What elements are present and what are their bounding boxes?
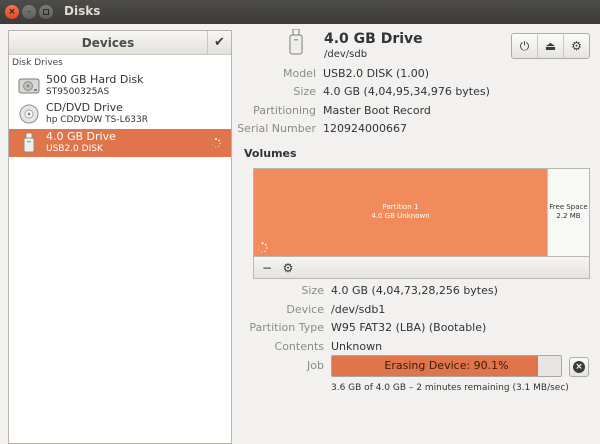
prop-value-partitioning: Master Boot Record [323,104,431,117]
remove-partition-button[interactable]: − [257,259,277,277]
job-progress-text: Erasing Device: 90.1% [384,359,509,372]
drive-settings-button[interactable]: ⚙ [564,34,589,58]
volume-map: Partition 1 4.0 GB Unknown Free Space 2.… [253,168,590,257]
prop-label-partitioning: Partitioning [253,104,316,117]
eject-button[interactable]: ⏏ [538,34,564,58]
gear-icon: ⚙ [282,261,294,275]
drive-name: 4.0 GB Drive [46,130,116,143]
eject-icon: ⏏ [544,39,557,53]
volume-toolbar: − ⚙ [253,257,590,279]
prop-label-serial: Serial Number [237,122,316,135]
vol-value-size: 4.0 GB (4,04,73,28,256 bytes) [331,284,498,297]
title-bar: × – Disks [0,0,600,24]
devices-header: Devices [9,31,207,55]
prop-label-size: Size [293,85,316,98]
busy-spinner-icon [257,242,268,253]
vol-value-partition-type: W95 FAT32 (LBA) (Bootable) [331,321,487,334]
drive-name: CD/DVD Drive [46,101,123,114]
partition-settings-button[interactable]: ⚙ [278,259,298,277]
drive-name: 500 GB Hard Disk [46,73,144,86]
optical-drive-icon [19,104,39,124]
partition-size: 4.0 GB Unknown [371,212,430,220]
vol-value-contents: Unknown [331,340,383,353]
usb-drive-icon [289,29,303,55]
drive-title: 4.0 GB Drive [324,31,423,47]
prop-value-serial: 120924000667 [323,122,407,135]
job-remaining-text: 3.6 GB of 4.0 GB – 2 minutes remaining (… [331,383,569,393]
maximize-window-button[interactable] [39,5,53,19]
maximize-icon [43,9,49,15]
usb-drive-icon [23,133,35,153]
vol-label-job: Job [307,359,324,372]
partition-name: Partition 1 [382,203,419,211]
prop-value-size: 4.0 GB (4,04,95,34,976 bytes) [323,85,490,98]
free-space-label: Free Space [549,203,588,211]
free-space-size: 2.2 MB [556,212,581,220]
drive-device-path: /dev/sdb [324,49,368,60]
minus-icon: − [261,261,273,275]
close-window-button[interactable]: × [5,5,19,19]
prop-value-model: USB2.0 DISK (1.00) [323,67,430,80]
hard-disk-icon [18,78,40,94]
vol-label-partition-type: Partition Type [249,321,324,334]
drive-actions: ⏻ ⏏ ⚙ [511,33,590,59]
prop-label-model: Model [282,67,316,80]
drive-model: ST9500325AS [46,87,110,97]
disk-drives-section-label: Disk Drives [12,58,63,68]
partition-1-block[interactable]: Partition 1 4.0 GB Unknown [254,169,547,256]
vol-label-size: Size [301,284,324,297]
job-progress-bar: Erasing Device: 90.1% [331,355,562,377]
gear-icon: ⚙ [571,39,582,53]
vol-label-contents: Contents [274,340,324,353]
power-icon: ⏻ [519,39,530,53]
window-title: Disks [64,4,101,18]
vol-label-device: Device [286,303,324,316]
vol-value-device: /dev/sdb1 [331,303,386,316]
volumes-heading: Volumes [244,147,297,160]
select-check-button[interactable]: ✔ [207,31,231,55]
cancel-icon: × [573,361,585,373]
drive-model: hp CDDVDW TS-L633R [46,115,149,125]
minimize-window-button[interactable]: – [22,5,36,19]
power-off-button[interactable]: ⏻ [512,34,538,58]
free-space-block[interactable]: Free Space 2.2 MB [547,169,589,256]
busy-spinner-icon [211,138,221,148]
cancel-job-button[interactable]: × [569,357,589,377]
drive-model: USB2.0 DISK [46,144,103,154]
